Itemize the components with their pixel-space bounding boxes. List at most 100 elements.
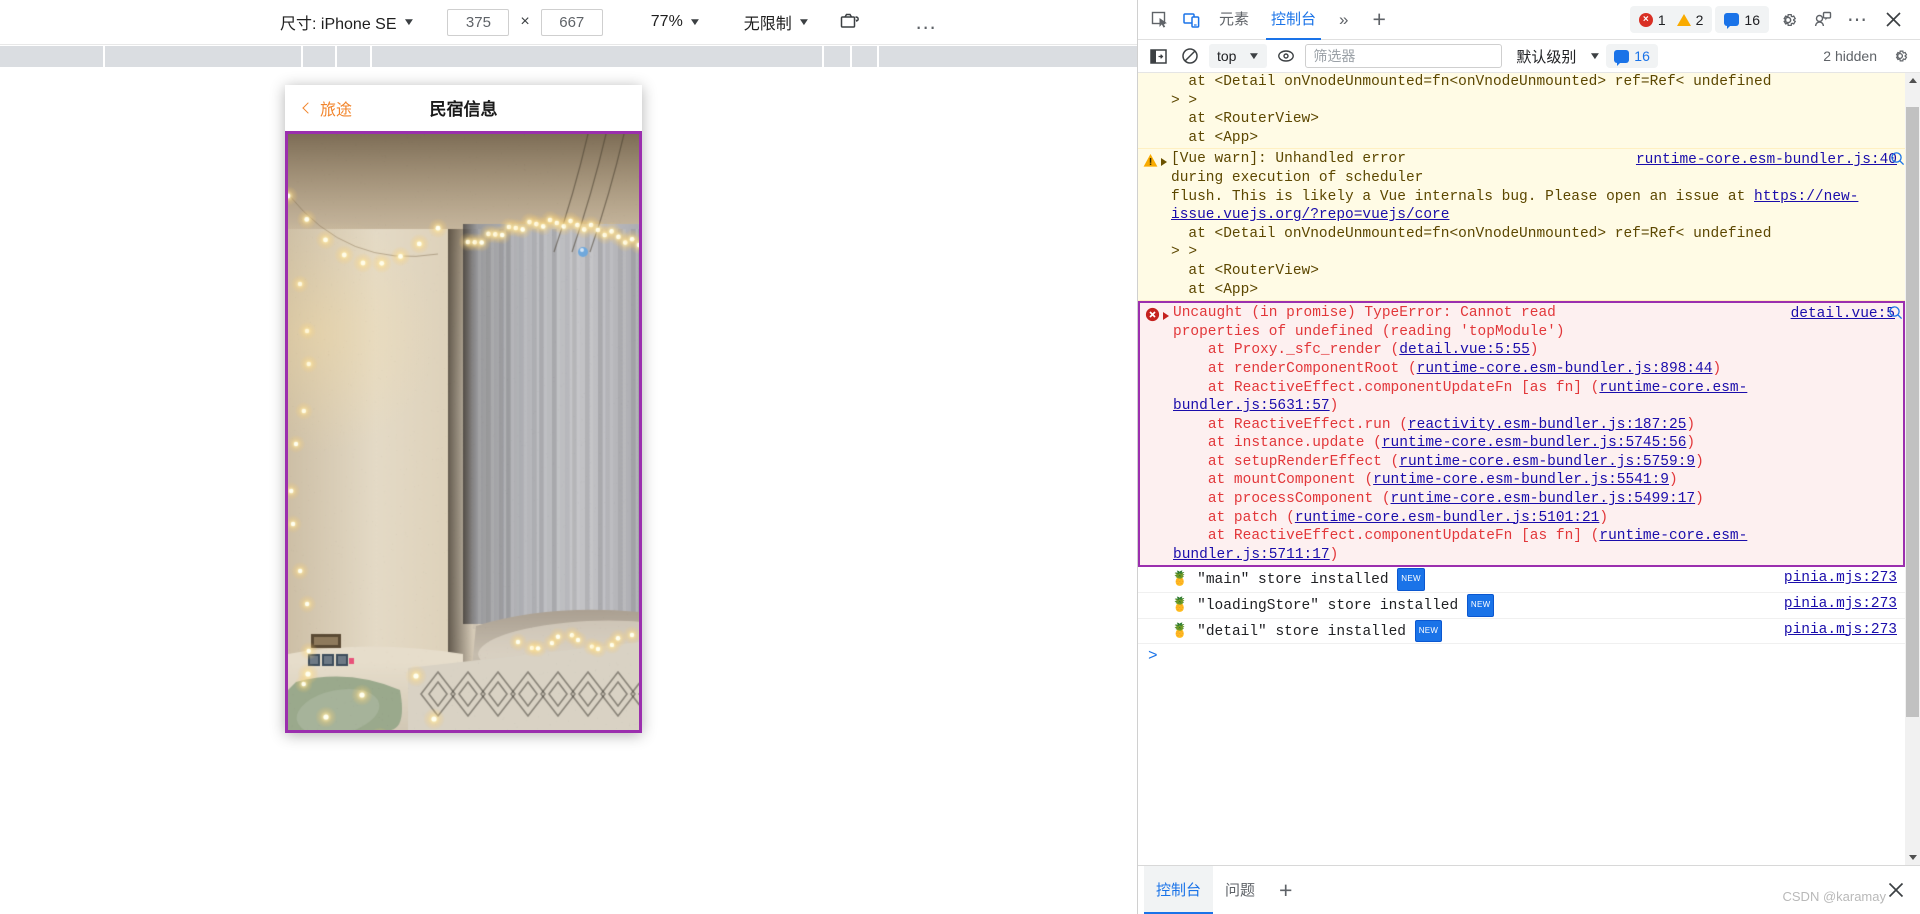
device-toolbar-icon[interactable] bbox=[1176, 5, 1208, 35]
message-count: 16 bbox=[1744, 12, 1760, 28]
console-message-list[interactable]: unction at <Detail onVnodeUnmounted=fn<o… bbox=[1138, 73, 1920, 865]
scrollbar-thumb[interactable] bbox=[1906, 107, 1919, 717]
issue-counters[interactable]: × 1 2 bbox=[1630, 6, 1713, 33]
device-viewport[interactable]: 旅途 民宿信息 bbox=[285, 85, 642, 733]
feedback-icon[interactable] bbox=[1807, 5, 1839, 35]
device-size-select[interactable]: 尺寸: iPhone SE ▼ bbox=[280, 10, 413, 34]
media-query-segment[interactable] bbox=[0, 46, 103, 67]
message-counter[interactable]: 16 bbox=[1715, 6, 1769, 33]
tab-console[interactable]: 控制台 bbox=[1260, 0, 1327, 40]
drawer-tabbar: 控制台 问题 + CSDN @karamay bbox=[1138, 865, 1920, 914]
viewport-height-input[interactable]: 667 bbox=[541, 9, 603, 36]
clear-console-icon[interactable] bbox=[1177, 44, 1203, 68]
message-icon bbox=[1614, 50, 1629, 63]
scroll-up-arrow[interactable] bbox=[1905, 73, 1920, 88]
hero-image-highlighted[interactable] bbox=[285, 131, 642, 733]
room-photo bbox=[288, 134, 639, 730]
stack-link[interactable]: runtime-core.esm-bundler.js:5745:56 bbox=[1382, 435, 1687, 451]
devtools-panel: 元素 控制台 » + × 1 2 16 ⋯ top ▼ 筛选器 默认级别 ▼ 1… bbox=[1137, 0, 1920, 914]
add-tab-icon[interactable]: + bbox=[1361, 6, 1398, 33]
media-query-segment[interactable] bbox=[879, 46, 1137, 67]
source-link[interactable]: detail.vue:5 bbox=[1791, 305, 1895, 324]
media-query-segment[interactable] bbox=[852, 46, 878, 67]
drawer-tab-console[interactable]: 控制台 bbox=[1144, 866, 1213, 914]
message-gutter bbox=[1138, 73, 1171, 147]
scroll-down-arrow[interactable] bbox=[1905, 850, 1920, 865]
tab-elements[interactable]: 元素 bbox=[1208, 0, 1260, 40]
console-filter-input[interactable] bbox=[1305, 44, 1502, 68]
media-query-segment[interactable] bbox=[372, 46, 822, 67]
media-query-ruler[interactable] bbox=[0, 46, 1137, 67]
message-gutter bbox=[1138, 620, 1171, 643]
live-expression-icon[interactable] bbox=[1273, 44, 1299, 68]
console-message-uncaught-typeerror[interactable]: Uncaught (in promise) TypeError: Cannot … bbox=[1138, 301, 1905, 567]
drawer-close-icon[interactable] bbox=[1886, 880, 1914, 900]
devtools-tabbar: 元素 控制台 » + × 1 2 16 ⋯ bbox=[1138, 0, 1920, 40]
back-button[interactable]: 旅途 bbox=[304, 96, 352, 120]
message-text: [Vue warn]: Unhandled error during execu… bbox=[1171, 150, 1905, 299]
media-query-segment[interactable] bbox=[303, 46, 335, 67]
new-badge: NEW bbox=[1415, 620, 1443, 643]
source-link[interactable]: pinia.mjs:273 bbox=[1784, 595, 1897, 614]
stack-link[interactable]: reactivity.esm-bundler.js:187:25 bbox=[1408, 417, 1686, 433]
viewport-width-input[interactable]: 375 bbox=[447, 9, 509, 36]
console-message-pinia-loadingstore[interactable]: 🍍 "loadingStore" store installed NEW pin… bbox=[1138, 593, 1905, 619]
app-navbar: 旅途 民宿信息 bbox=[285, 85, 642, 130]
new-badge: NEW bbox=[1467, 594, 1495, 617]
console-settings-gear-icon[interactable] bbox=[1887, 44, 1913, 68]
stack-link[interactable]: runtime-core.esm-bundler.js:5541:9 bbox=[1373, 472, 1669, 488]
hidden-messages-label: 2 hidden bbox=[1823, 48, 1881, 64]
console-message-warning-partial[interactable]: unction at <Detail onVnodeUnmounted=fn<o… bbox=[1138, 73, 1905, 149]
phone-screen[interactable]: 旅途 民宿信息 bbox=[285, 85, 642, 733]
drawer-tab-issues[interactable]: 问题 bbox=[1213, 866, 1267, 914]
device-emulation-pane: 尺寸: iPhone SE ▼ 375 × 667 77% ▼ 无限制 ▼ … … bbox=[0, 0, 1137, 914]
console-scrollbar[interactable] bbox=[1905, 73, 1920, 865]
console-message-pinia-main[interactable]: 🍍 "main" store installed NEW pinia.mjs:2… bbox=[1138, 567, 1905, 593]
error-icon: × bbox=[1639, 13, 1653, 27]
expand-arrow-icon[interactable] bbox=[1161, 158, 1167, 166]
magnifier-icon[interactable] bbox=[1890, 151, 1905, 166]
stack-link[interactable]: runtime-core.esm-bundler.js:5101:21 bbox=[1295, 510, 1600, 526]
warning-icon bbox=[1143, 153, 1158, 168]
throttling-select[interactable]: 无限制 ▼ bbox=[744, 10, 809, 34]
stack-link[interactable]: runtime-core.esm-bundler.js:5499:17 bbox=[1391, 491, 1696, 507]
console-prompt[interactable]: > bbox=[1138, 644, 1905, 668]
devtools-more-icon[interactable]: ⋯ bbox=[1842, 5, 1874, 35]
source-link[interactable]: pinia.mjs:273 bbox=[1784, 569, 1897, 588]
media-query-segment[interactable] bbox=[824, 46, 850, 67]
gear-icon[interactable] bbox=[1772, 5, 1804, 35]
magnifier-icon[interactable] bbox=[1888, 305, 1903, 320]
media-query-segment[interactable] bbox=[105, 46, 301, 67]
execution-context-select[interactable]: top ▼ bbox=[1209, 44, 1267, 68]
message-text: unction at <Detail onVnodeUnmounted=fn<o… bbox=[1171, 73, 1905, 147]
close-devtools-icon[interactable] bbox=[1877, 5, 1909, 35]
media-query-segment[interactable] bbox=[337, 46, 370, 67]
dimension-separator: × bbox=[520, 13, 529, 31]
warning-count: 2 bbox=[1696, 12, 1704, 28]
console-message-pinia-detail[interactable]: 🍍 "detail" store installed NEW pinia.mjs… bbox=[1138, 619, 1905, 645]
zoom-select[interactable]: 77% ▼ bbox=[651, 13, 700, 31]
log-level-select[interactable]: 默认级别 ▼ bbox=[1508, 46, 1600, 67]
issues-badge[interactable]: 16 bbox=[1606, 44, 1658, 68]
issues-count: 16 bbox=[1634, 48, 1650, 64]
device-toolbar: 尺寸: iPhone SE ▼ 375 × 667 77% ▼ 无限制 ▼ … bbox=[0, 0, 1137, 45]
drawer-add-tab-icon[interactable]: + bbox=[1267, 866, 1304, 914]
device-more-options-icon[interactable]: … bbox=[915, 9, 939, 35]
stack-link[interactable]: runtime-core.esm-bundler.js:5759:9 bbox=[1399, 454, 1695, 470]
source-link[interactable]: pinia.mjs:273 bbox=[1784, 621, 1897, 640]
screenshot-icon[interactable] bbox=[839, 11, 861, 33]
message-gutter bbox=[1138, 568, 1171, 591]
console-sidebar-icon[interactable] bbox=[1145, 44, 1171, 68]
chevron-down-icon: ▼ bbox=[1248, 51, 1261, 62]
error-count: 1 bbox=[1658, 12, 1666, 28]
inspect-cursor-icon[interactable] bbox=[1144, 5, 1176, 35]
stack-link[interactable]: runtime-core.esm-bundler.js:898:44 bbox=[1417, 361, 1713, 377]
back-label: 旅途 bbox=[320, 96, 352, 120]
console-message-vue-warn[interactable]: [Vue warn]: Unhandled error during execu… bbox=[1138, 149, 1905, 301]
pineapple-icon: 🍍 bbox=[1171, 572, 1188, 588]
stack-link[interactable]: detail.vue:5:55 bbox=[1399, 342, 1530, 358]
more-tabs-icon[interactable]: » bbox=[1327, 10, 1360, 30]
context-label: top bbox=[1217, 48, 1236, 64]
source-link[interactable]: runtime-core.esm-bundler.js:40 bbox=[1636, 151, 1897, 170]
expand-arrow-icon[interactable] bbox=[1163, 312, 1169, 320]
